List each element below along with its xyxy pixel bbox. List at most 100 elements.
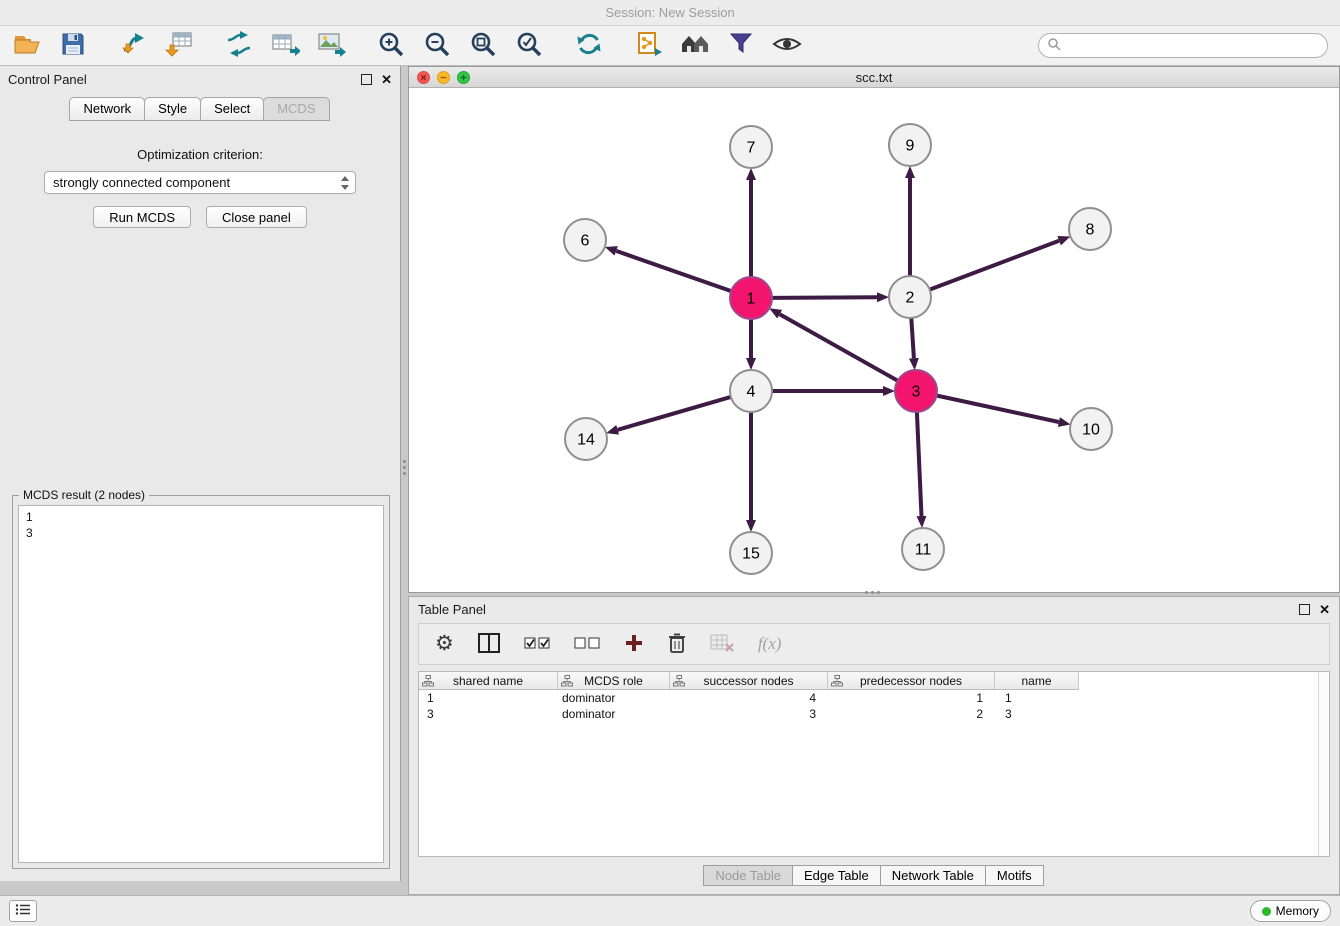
network-document-icon	[635, 30, 663, 61]
optimization-select[interactable]: strongly connected component	[44, 171, 356, 194]
minimize-window-button[interactable]	[437, 71, 450, 84]
column-header-successor-nodes[interactable]: successor nodes	[670, 672, 828, 690]
function-builder-button[interactable]: f(x)	[758, 634, 782, 654]
run-mcds-button[interactable]: Run MCDS	[93, 206, 191, 228]
graph-node-label-4: 4	[747, 384, 756, 401]
graph-edge-4-14[interactable]	[618, 397, 731, 430]
cell-successor-nodes[interactable]: 3	[670, 706, 828, 722]
delete-column-button[interactable]	[668, 632, 686, 657]
table-settings-button[interactable]: ⚙	[435, 634, 454, 654]
export-image-button[interactable]	[314, 30, 348, 62]
table-row[interactable]: 1 dominator 4 1 1	[419, 690, 1329, 706]
graph-edge-1-6[interactable]	[616, 251, 731, 291]
cell-name[interactable]: 3	[995, 706, 1079, 722]
tab-motifs[interactable]: Motifs	[985, 865, 1044, 886]
cell-name[interactable]: 1	[995, 690, 1079, 706]
zoom-in-button[interactable]	[374, 30, 408, 62]
control-panel-title: Control Panel	[8, 72, 87, 87]
import-table-button[interactable]	[162, 30, 196, 62]
zoom-selected-button[interactable]	[512, 30, 546, 62]
tab-style[interactable]: Style	[144, 97, 201, 121]
tab-network[interactable]: Network	[69, 97, 145, 121]
zoom-fit-button[interactable]	[466, 30, 500, 62]
unselect-all-columns-button[interactable]	[574, 636, 600, 653]
checked-boxes-icon	[524, 636, 550, 653]
tab-node-table[interactable]: Node Table	[703, 865, 793, 886]
tab-select[interactable]: Select	[200, 97, 264, 121]
column-header-name[interactable]: name	[995, 672, 1079, 690]
network-canvas[interactable]: 7968124314101511	[409, 88, 1339, 592]
open-session-button[interactable]	[10, 30, 44, 62]
graph-edge-3-1[interactable]	[780, 314, 898, 381]
column-header-predecessor-nodes[interactable]: predecessor nodes	[828, 672, 995, 690]
optimization-criterion-label: Optimization criterion:	[0, 147, 400, 162]
first-neighbors-button[interactable]	[678, 30, 712, 62]
search-icon	[1047, 37, 1061, 54]
zoom-in-icon	[377, 30, 405, 61]
clone-network-button[interactable]	[632, 30, 666, 62]
cell-mcds-role[interactable]: dominator	[558, 690, 670, 706]
optimization-select-value: strongly connected component	[53, 175, 230, 190]
graph-edge-3-10[interactable]	[937, 396, 1059, 423]
import-network-button[interactable]	[116, 30, 150, 62]
network-window-title: scc.txt	[856, 70, 893, 85]
save-session-button[interactable]	[56, 30, 90, 62]
column-label: MCDS role	[584, 674, 643, 688]
memory-button[interactable]: Memory	[1250, 900, 1331, 922]
refresh-group	[572, 30, 606, 62]
column-header-mcds-role[interactable]: MCDS role	[558, 672, 670, 690]
float-table-panel-icon[interactable]	[1299, 604, 1310, 615]
graph-node-label-9: 9	[906, 138, 915, 155]
status-bar: Memory	[0, 895, 1340, 926]
add-column-button[interactable]	[624, 633, 644, 656]
graph-edge-2-8[interactable]	[930, 241, 1060, 290]
vertical-splitter-grip[interactable]	[401, 452, 407, 482]
refresh-view-button[interactable]	[572, 30, 606, 62]
table-header-row: shared name MCDS role successor nodes pr…	[419, 672, 1329, 690]
table-row[interactable]: 3 dominator 3 2 3	[419, 706, 1329, 722]
houses-icon	[680, 31, 710, 60]
mcds-result-line: 1	[26, 509, 376, 525]
tab-edge-table[interactable]: Edge Table	[792, 865, 881, 886]
float-panel-icon[interactable]	[361, 74, 372, 85]
zoom-out-button[interactable]	[420, 30, 454, 62]
select-all-columns-button[interactable]	[524, 636, 550, 653]
close-panel-button[interactable]: Close panel	[206, 206, 307, 228]
close-table-panel-icon[interactable]: ✕	[1319, 604, 1330, 615]
node-table: shared name MCDS role successor nodes pr…	[418, 671, 1330, 857]
graph-edge-3-11[interactable]	[917, 412, 922, 516]
cell-predecessor-nodes[interactable]: 1	[828, 690, 995, 706]
tab-network-table[interactable]: Network Table	[880, 865, 986, 886]
close-panel-icon[interactable]: ✕	[381, 74, 392, 85]
graph-edge-1-2[interactable]	[772, 297, 877, 298]
column-label: name	[1021, 674, 1051, 688]
zoom-window-button[interactable]	[457, 71, 470, 84]
graph-edge-2-3[interactable]	[911, 318, 914, 358]
delete-table-button[interactable]	[710, 634, 734, 655]
task-history-button[interactable]	[9, 900, 37, 922]
search-box[interactable]	[1038, 33, 1328, 58]
mcds-result-list[interactable]: 1 3	[18, 505, 384, 863]
show-hide-button[interactable]	[770, 30, 804, 62]
export-table-button[interactable]	[268, 30, 302, 62]
cell-predecessor-nodes[interactable]: 2	[828, 706, 995, 722]
open-folder-icon	[13, 30, 41, 61]
window-title: Session: New Session	[605, 5, 734, 20]
close-window-button[interactable]	[417, 71, 430, 84]
export-network-button[interactable]	[222, 30, 256, 62]
table-scrollbar[interactable]	[1318, 672, 1329, 856]
column-label: shared name	[453, 674, 523, 688]
search-input[interactable]	[1066, 38, 1319, 53]
show-columns-button[interactable]	[478, 633, 500, 656]
graph-node-label-3: 3	[912, 384, 921, 401]
cell-successor-nodes[interactable]: 4	[670, 690, 828, 706]
cell-mcds-role[interactable]: dominator	[558, 706, 670, 722]
horizontal-splitter-grip[interactable]	[858, 589, 886, 595]
list-icon	[15, 903, 31, 919]
column-label: predecessor nodes	[860, 674, 962, 688]
cell-shared-name[interactable]: 1	[419, 690, 558, 706]
column-header-shared-name[interactable]: shared name	[419, 672, 558, 690]
tab-mcds[interactable]: MCDS	[263, 97, 329, 121]
apply-style-button[interactable]	[724, 30, 758, 62]
cell-shared-name[interactable]: 3	[419, 706, 558, 722]
